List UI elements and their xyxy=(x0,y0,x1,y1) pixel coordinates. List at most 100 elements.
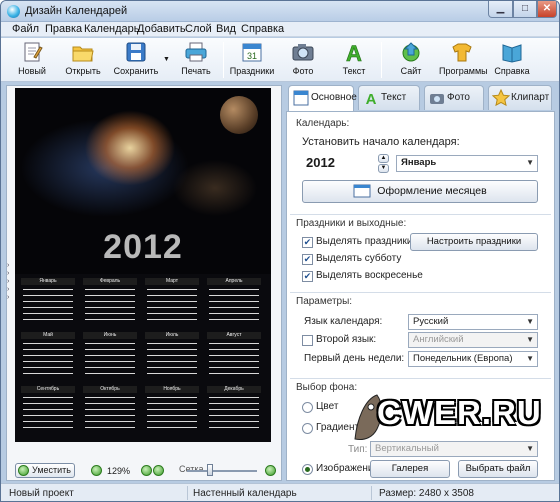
help-button[interactable]: Справка xyxy=(493,39,531,81)
second-language-checkbox[interactable] xyxy=(302,335,313,346)
toolbar: Новый Открыть Сохранить ▼ Печать 31 Праз… xyxy=(1,38,559,82)
second-language-label: Второй язык: xyxy=(316,334,377,345)
first-day-select[interactable]: Понедельник (Европа) ▼ xyxy=(408,351,538,367)
zoom-out-icon[interactable] xyxy=(141,465,152,476)
menu-layer[interactable]: Слой xyxy=(185,23,212,35)
choose-file-button[interactable]: Выбрать файл xyxy=(458,460,538,478)
holidays-button[interactable]: 31 Праздники xyxy=(229,39,275,81)
text-a-icon: A xyxy=(342,41,366,67)
menu-edit[interactable]: Правка xyxy=(45,23,82,35)
app-window: Дизайн Календарей ▁ □ ✕ Файл Правка Кале… xyxy=(0,0,560,502)
camera-icon xyxy=(428,89,446,107)
menu-help[interactable]: Справка xyxy=(241,23,284,35)
group-title: Выбор фона: xyxy=(296,382,358,393)
add-icon[interactable] xyxy=(265,465,276,476)
color-label: Цвет xyxy=(316,401,339,412)
status-separator xyxy=(371,486,372,500)
text-a-icon: A xyxy=(362,89,380,108)
saturday-checkbox[interactable]: ✔ xyxy=(302,254,313,265)
language-label: Язык календаря: xyxy=(304,316,383,327)
open-button[interactable]: Открыть xyxy=(61,39,105,81)
star-icon xyxy=(491,88,511,107)
menu-view[interactable]: Вид xyxy=(216,23,236,35)
status-separator xyxy=(187,486,188,500)
programs-button[interactable]: Программы xyxy=(439,39,488,81)
calendar-icon xyxy=(353,184,371,198)
status-size: Размер: 2480 x 3508 xyxy=(379,488,474,499)
start-label: Установить начало календаря: xyxy=(302,136,460,148)
calendar-group: Календарь: Установить начало календаря: … xyxy=(290,116,551,212)
menu-calendar[interactable]: Календарь xyxy=(84,23,140,35)
setup-holidays-button[interactable]: Настроить праздники xyxy=(410,233,538,251)
save-button[interactable]: Сохранить xyxy=(111,39,161,81)
collapse-handle[interactable]: › › › › › xyxy=(7,262,13,302)
month-block: Май xyxy=(21,332,75,380)
minimize-button[interactable]: ▁ xyxy=(488,1,513,18)
menu-bar: Файл Правка Календарь Добавить Слой Вид … xyxy=(1,22,559,37)
zoom-level: 129% xyxy=(107,466,131,476)
holidays-label: Выделять праздники xyxy=(316,236,413,247)
month-design-button[interactable]: Оформление месяцев xyxy=(302,180,538,203)
month-block: Январь xyxy=(21,278,75,326)
new-document-icon xyxy=(20,41,44,63)
zoom-slider-thumb[interactable] xyxy=(207,464,213,476)
month-select[interactable]: Январь ▼ xyxy=(396,155,538,172)
grid-label: Сетка xyxy=(179,464,204,474)
close-button[interactable]: ✕ xyxy=(537,1,557,18)
watermark: CWER.RU xyxy=(349,389,554,451)
book-icon xyxy=(500,41,524,63)
month-block: Ноябрь xyxy=(145,386,199,434)
zoom-slider-track[interactable] xyxy=(187,470,257,472)
group-title: Календарь: xyxy=(296,118,350,129)
status-calendar-type: Настенный календарь xyxy=(193,488,297,499)
sunday-checkbox[interactable]: ✔ xyxy=(302,271,313,282)
text-button[interactable]: A Текст xyxy=(335,39,373,81)
year-spinner[interactable]: 2012 xyxy=(302,154,376,173)
zoom-in-icon[interactable] xyxy=(153,465,164,476)
fit-button[interactable]: Уместить xyxy=(15,463,75,478)
globe-arrow-icon xyxy=(399,41,423,63)
photo-button[interactable]: Фото xyxy=(285,39,321,81)
planet-image xyxy=(220,96,258,134)
gradient-radio[interactable] xyxy=(302,423,313,434)
fit-icon xyxy=(18,465,29,476)
maximize-button[interactable]: □ xyxy=(513,1,537,18)
tab-basic[interactable]: Основное xyxy=(288,85,357,112)
menu-add[interactable]: Добавить xyxy=(137,23,186,35)
calendar-icon xyxy=(292,89,310,107)
image-radio[interactable] xyxy=(302,464,313,475)
status-bar: Новый проект Настенный календарь Размер:… xyxy=(1,483,559,501)
zoom-reset-icon[interactable] xyxy=(91,465,102,476)
save-dropdown-arrow[interactable]: ▼ xyxy=(161,39,171,81)
tab-text[interactable]: A Текст xyxy=(358,85,420,110)
tab-clipart[interactable]: Клипарт xyxy=(488,85,552,110)
svg-text:31: 31 xyxy=(247,51,257,61)
toolbar-separator xyxy=(381,42,382,78)
app-icon xyxy=(7,5,20,18)
calendar-preview[interactable]: 2012 Январь Февраль Март Апрель Май Июнь… xyxy=(15,88,271,442)
menu-file[interactable]: Файл xyxy=(12,23,39,35)
tab-photo[interactable]: Фото xyxy=(424,85,484,110)
parameters-group: Параметры: Язык календаря: Русский ▼ Втор… xyxy=(290,292,551,376)
chevron-down-icon: ▼ xyxy=(163,56,170,63)
print-button[interactable]: Печать xyxy=(177,39,215,81)
second-language-select[interactable]: Английский ▼ xyxy=(408,332,538,348)
year-down-button[interactable]: ▼ xyxy=(378,164,389,173)
month-block: Октябрь xyxy=(83,386,137,434)
gallery-button[interactable]: Галерея xyxy=(370,460,450,478)
tshirt-icon xyxy=(450,41,474,63)
language-select[interactable]: Русский ▼ xyxy=(408,314,538,330)
saturday-label: Выделять субботу xyxy=(316,253,402,264)
month-block: Август xyxy=(207,332,261,380)
month-block: Июнь xyxy=(83,332,137,380)
holidays-checkbox[interactable]: ✔ xyxy=(302,237,313,248)
new-button[interactable]: Новый xyxy=(11,39,53,81)
year-up-button[interactable]: ▲ xyxy=(378,154,389,163)
poster-year: 2012 xyxy=(103,228,183,266)
color-radio[interactable] xyxy=(302,402,313,413)
month-block: Март xyxy=(145,278,199,326)
site-button[interactable]: Сайт xyxy=(393,39,429,81)
month-block: Декабрь xyxy=(207,386,261,434)
zoom-bar: Уместить 129% Сетка xyxy=(7,461,281,480)
svg-text:A: A xyxy=(346,41,362,63)
